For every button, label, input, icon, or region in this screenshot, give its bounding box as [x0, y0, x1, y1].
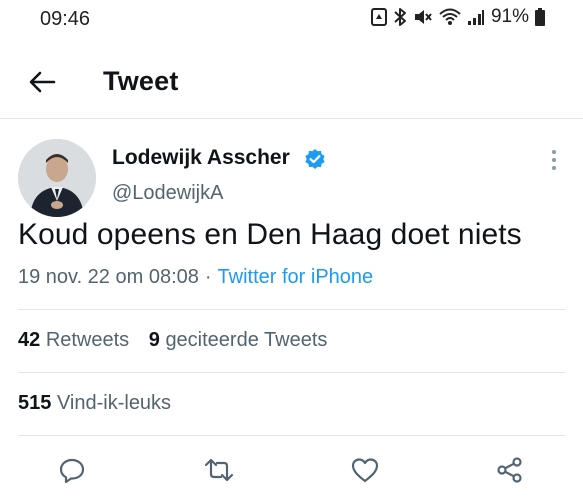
divider: [18, 372, 565, 373]
reply-icon: [59, 458, 85, 484]
likes-stats-row: 515 Vind-ik-leuks: [18, 392, 171, 415]
tweet-text: Koud opeens en Den Haag doet niets: [18, 218, 522, 251]
divider: [18, 435, 565, 436]
status-bar: 09:46 91%: [0, 0, 583, 40]
reply-button[interactable]: [54, 452, 90, 488]
retweets-stat[interactable]: 42 Retweets: [18, 329, 129, 351]
status-icons: 91%: [370, 6, 545, 28]
page-title: Tweet: [103, 66, 179, 96]
likes-stat[interactable]: 515 Vind-ik-leuks: [18, 392, 171, 414]
battery-icon: [535, 8, 545, 26]
retweets-label: Retweets: [45, 329, 130, 351]
likes-count: 515: [18, 392, 52, 414]
battery-percentage: 91%: [490, 6, 529, 27]
back-button[interactable]: [24, 64, 60, 100]
quotes-count: 9: [148, 329, 160, 351]
like-button[interactable]: [347, 452, 383, 488]
avatar[interactable]: [18, 139, 96, 217]
share-button[interactable]: [492, 452, 528, 488]
share-icon: [497, 457, 522, 483]
tweet-actions: [0, 446, 583, 494]
author-name[interactable]: Lodewijk Asscher: [112, 146, 290, 170]
mute-icon: [413, 7, 433, 27]
more-options-button[interactable]: [544, 150, 564, 174]
quotes-stat[interactable]: 9 geciteerde Tweets: [149, 329, 328, 351]
quotes-label: geciteerde Tweets: [165, 329, 328, 351]
tweet-timestamp[interactable]: 19 nov. 22 om 08:08: [18, 266, 199, 288]
app-header: Tweet: [0, 50, 583, 119]
likes-label: Vind-ik-leuks: [56, 392, 172, 414]
retweets-count: 42: [18, 329, 41, 351]
retweet-button[interactable]: [201, 452, 237, 488]
signal-icon: [467, 8, 485, 26]
like-icon: [351, 458, 379, 483]
divider: [18, 309, 565, 310]
bluetooth-icon: [393, 7, 407, 27]
retweet-icon: [204, 458, 234, 482]
meta-separator: ·: [204, 266, 212, 288]
more-options-icon: [552, 150, 556, 170]
tweet-source-link[interactable]: Twitter for iPhone: [218, 266, 374, 288]
wifi-icon: [439, 8, 461, 26]
share-stats-row: 42 Retweets 9 geciteerde Tweets: [18, 329, 327, 352]
recycle-notification-icon: [370, 8, 387, 26]
back-arrow-icon: [29, 71, 56, 93]
status-time: 09:46: [40, 8, 91, 30]
tweet-meta: 19 nov. 22 om 08:08 · Twitter for iPhone: [18, 266, 373, 289]
verified-badge-icon: [305, 149, 325, 169]
author-handle[interactable]: @LodewijkA: [112, 182, 223, 205]
